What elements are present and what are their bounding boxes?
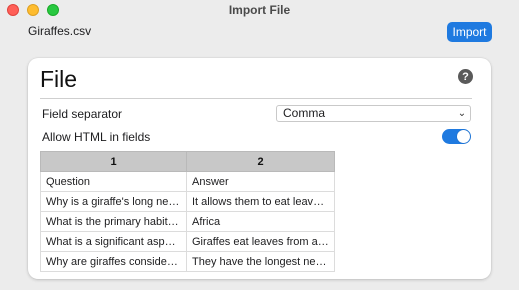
import-button[interactable]: Import	[447, 22, 492, 42]
divider	[40, 98, 472, 99]
table-cell: What is the primary habitat ...	[40, 211, 187, 232]
table-header-row: 1 2	[40, 151, 335, 172]
file-name: Giraffes.csv	[28, 24, 92, 38]
allow-html-label: Allow HTML in fields	[42, 130, 151, 144]
window-title: Import File	[228, 3, 291, 17]
toolbar: Giraffes.csv Import	[0, 20, 519, 46]
toggle-knob	[457, 130, 470, 143]
table-cell: Africa	[186, 211, 335, 232]
zoom-window-button[interactable]	[47, 4, 59, 16]
section-title: File	[40, 66, 78, 92]
table-cell: What is a significant aspect ...	[40, 231, 187, 252]
import-file-window: Import File Giraffes.csv Import File ? F…	[0, 0, 519, 290]
column-header[interactable]: 2	[186, 151, 335, 172]
table-cell: Why is a giraffe's long neck ...	[40, 191, 187, 212]
table-row: What is a significant aspect ... Giraffe…	[40, 231, 335, 252]
table-cell: Question	[40, 171, 187, 192]
field-separator-select[interactable]: Comma ⌄	[276, 105, 471, 122]
window-controls	[7, 4, 59, 16]
minimize-window-button[interactable]	[27, 4, 39, 16]
table-row: Why are giraffes considered ... They hav…	[40, 251, 335, 272]
title-bar: Import File	[0, 0, 519, 20]
table-cell: They have the longest necks...	[186, 251, 335, 272]
table-cell: Answer	[186, 171, 335, 192]
table-cell: Giraffes eat leaves from aca...	[186, 231, 335, 252]
preview-table: 1 2 Question Answer Why is a giraffe's l…	[40, 151, 335, 272]
column-header[interactable]: 1	[40, 151, 187, 172]
file-options-card: File ? Field separator Comma ⌄ Allow HTM…	[28, 58, 491, 279]
table-cell: Why are giraffes considered ...	[40, 251, 187, 272]
question-circle-icon[interactable]: ?	[458, 69, 473, 84]
field-separator-value: Comma	[283, 106, 326, 120]
table-cell: It allows them to eat leaves ...	[186, 191, 335, 212]
field-separator-label: Field separator	[42, 107, 123, 121]
table-row: What is the primary habitat ... Africa	[40, 211, 335, 232]
chevron-down-icon: ⌄	[457, 108, 467, 119]
table-row: Question Answer	[40, 171, 335, 192]
table-row: Why is a giraffe's long neck ... It allo…	[40, 191, 335, 212]
allow-html-toggle[interactable]	[442, 129, 471, 144]
close-window-button[interactable]	[7, 4, 19, 16]
